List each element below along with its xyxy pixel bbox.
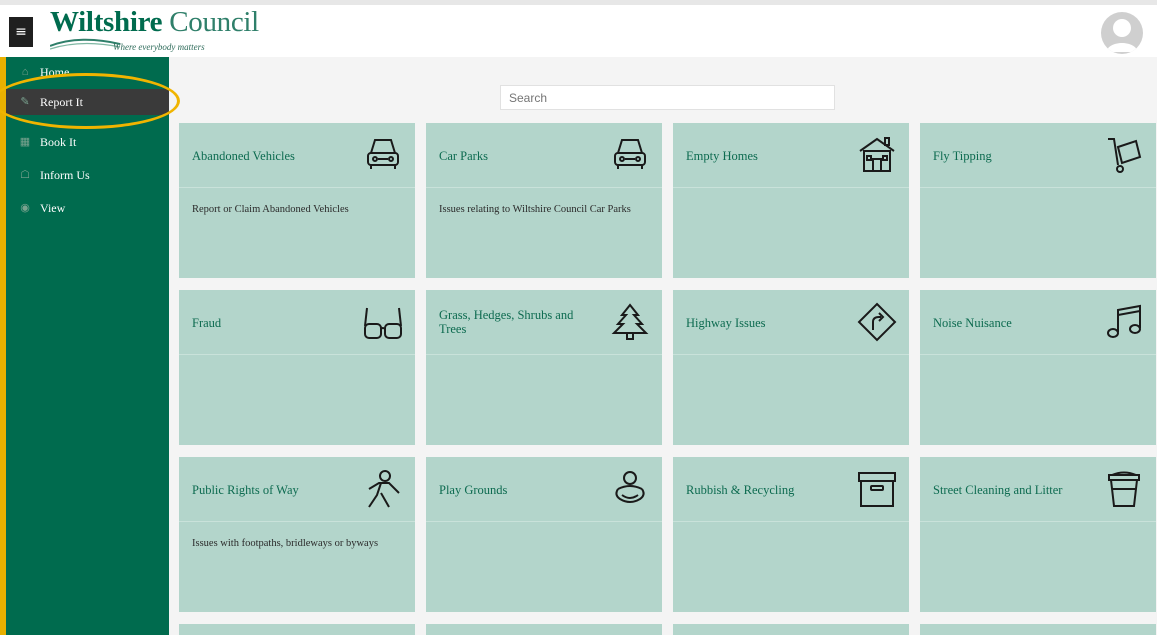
sidebar-item-label: Home [40,64,70,79]
tile-title: Play Grounds [439,483,508,497]
tile-divider [673,521,909,522]
tile-divider [179,354,415,355]
tile-public-rights-of-way[interactable]: Public Rights of Way Issues with footpat… [179,457,415,612]
tile-empty-homes[interactable]: Empty Homes [673,123,909,278]
road-sign-icon [855,302,899,342]
tile-partial[interactable] [179,624,415,635]
tile-divider [673,354,909,355]
sidebar-item-view[interactable]: ◉ View [6,195,169,221]
hamburger-menu-icon[interactable]: ≡ [9,17,33,47]
eye-icon: ◉ [20,202,30,214]
baby-icon [608,469,652,509]
house-icon [855,135,899,175]
tile-partial[interactable] [673,624,909,635]
chat-icon: ☖ [20,169,30,181]
wiltshire-council-logo[interactable]: Wiltshire Council Where everybody matter… [50,6,259,58]
car-icon [608,135,652,175]
logo-wordmark: Wiltshire Council [50,6,259,38]
tile-divider [673,187,909,188]
tile-title: Fly Tipping [933,149,992,163]
tile-description: Report or Claim Abandoned Vehicles [192,204,349,215]
sidebar-item-label: Report It [40,94,83,109]
tile-divider [179,187,415,188]
tile-partial[interactable] [426,624,662,635]
tile-description: Issues with footpaths, bridleways or byw… [192,538,379,549]
walker-icon [361,469,405,509]
tile-title: Abandoned Vehicles [192,149,295,163]
tile-divider [920,354,1156,355]
sidebar-item-book-it[interactable]: ▦ Book It [6,129,169,155]
cart-icon [1102,135,1146,175]
sidebar-item-label: Book It [40,134,77,149]
tile-divider [426,521,662,522]
report-icon: ✎ [20,96,30,108]
tile-divider [920,521,1156,522]
tile-title: Street Cleaning and Litter [933,483,1063,497]
calendar-icon: ▦ [19,136,31,148]
tile-play-grounds[interactable]: Play Grounds [426,457,662,612]
sidebar-nav: ⌂ Home ✎ Report It ▦ Book It ☖ Inform Us… [0,57,169,635]
tile-divider [179,521,415,522]
search-input[interactable] [500,85,835,110]
tile-title: Empty Homes [686,149,758,163]
tile-grass-hedges-shrubs-trees[interactable]: Grass, Hedges, Shrubs and Trees [426,290,662,445]
tile-title: Car Parks [439,149,488,163]
tile-title: Public Rights of Way [192,483,299,497]
logo-tagline: Where everybody matters [113,42,205,52]
tile-car-parks[interactable]: Car Parks Issues relating to Wiltshire C… [426,123,662,278]
user-avatar-icon[interactable] [1101,12,1143,54]
tile-title: Rubbish & Recycling [686,483,795,497]
music-note-icon [1102,302,1146,342]
tile-title: Grass, Hedges, Shrubs and Trees [439,308,574,336]
header-bar: ≡ Wiltshire Council Where everybody matt… [0,0,1157,57]
tile-partial[interactable] [920,624,1156,635]
tile-highway-issues[interactable]: Highway Issues [673,290,909,445]
tile-divider [920,187,1156,188]
tree-icon [608,302,652,342]
glasses-icon [361,302,405,342]
tile-title: Highway Issues [686,316,766,330]
storage-box-icon [855,469,899,509]
sidebar-item-inform-us[interactable]: ☖ Inform Us [6,162,169,188]
sidebar-item-home[interactable]: ⌂ Home [6,59,169,85]
tile-street-cleaning-litter[interactable]: Street Cleaning and Litter [920,457,1156,612]
sidebar-item-report-it[interactable]: ✎ Report It [6,89,169,115]
logo-swoosh-icon [50,38,120,50]
tile-fraud[interactable]: Fraud [179,290,415,445]
home-icon: ⌂ [21,66,29,78]
sidebar-item-label: View [40,200,66,215]
tile-divider [426,187,662,188]
sidebar-item-label: Inform Us [40,167,90,182]
car-icon [361,135,405,175]
tile-description: Issues relating to Wiltshire Council Car… [439,204,631,215]
tile-divider [426,354,662,355]
tile-title: Fraud [192,316,222,330]
tile-title: Noise Nuisance [933,316,1012,330]
tile-rubbish-recycling[interactable]: Rubbish & Recycling [673,457,909,612]
bin-icon [1102,469,1146,509]
tile-noise-nuisance[interactable]: Noise Nuisance [920,290,1156,445]
tile-fly-tipping[interactable]: Fly Tipping [920,123,1156,278]
tile-abandoned-vehicles[interactable]: Abandoned Vehicles Report or Claim Aband… [179,123,415,278]
